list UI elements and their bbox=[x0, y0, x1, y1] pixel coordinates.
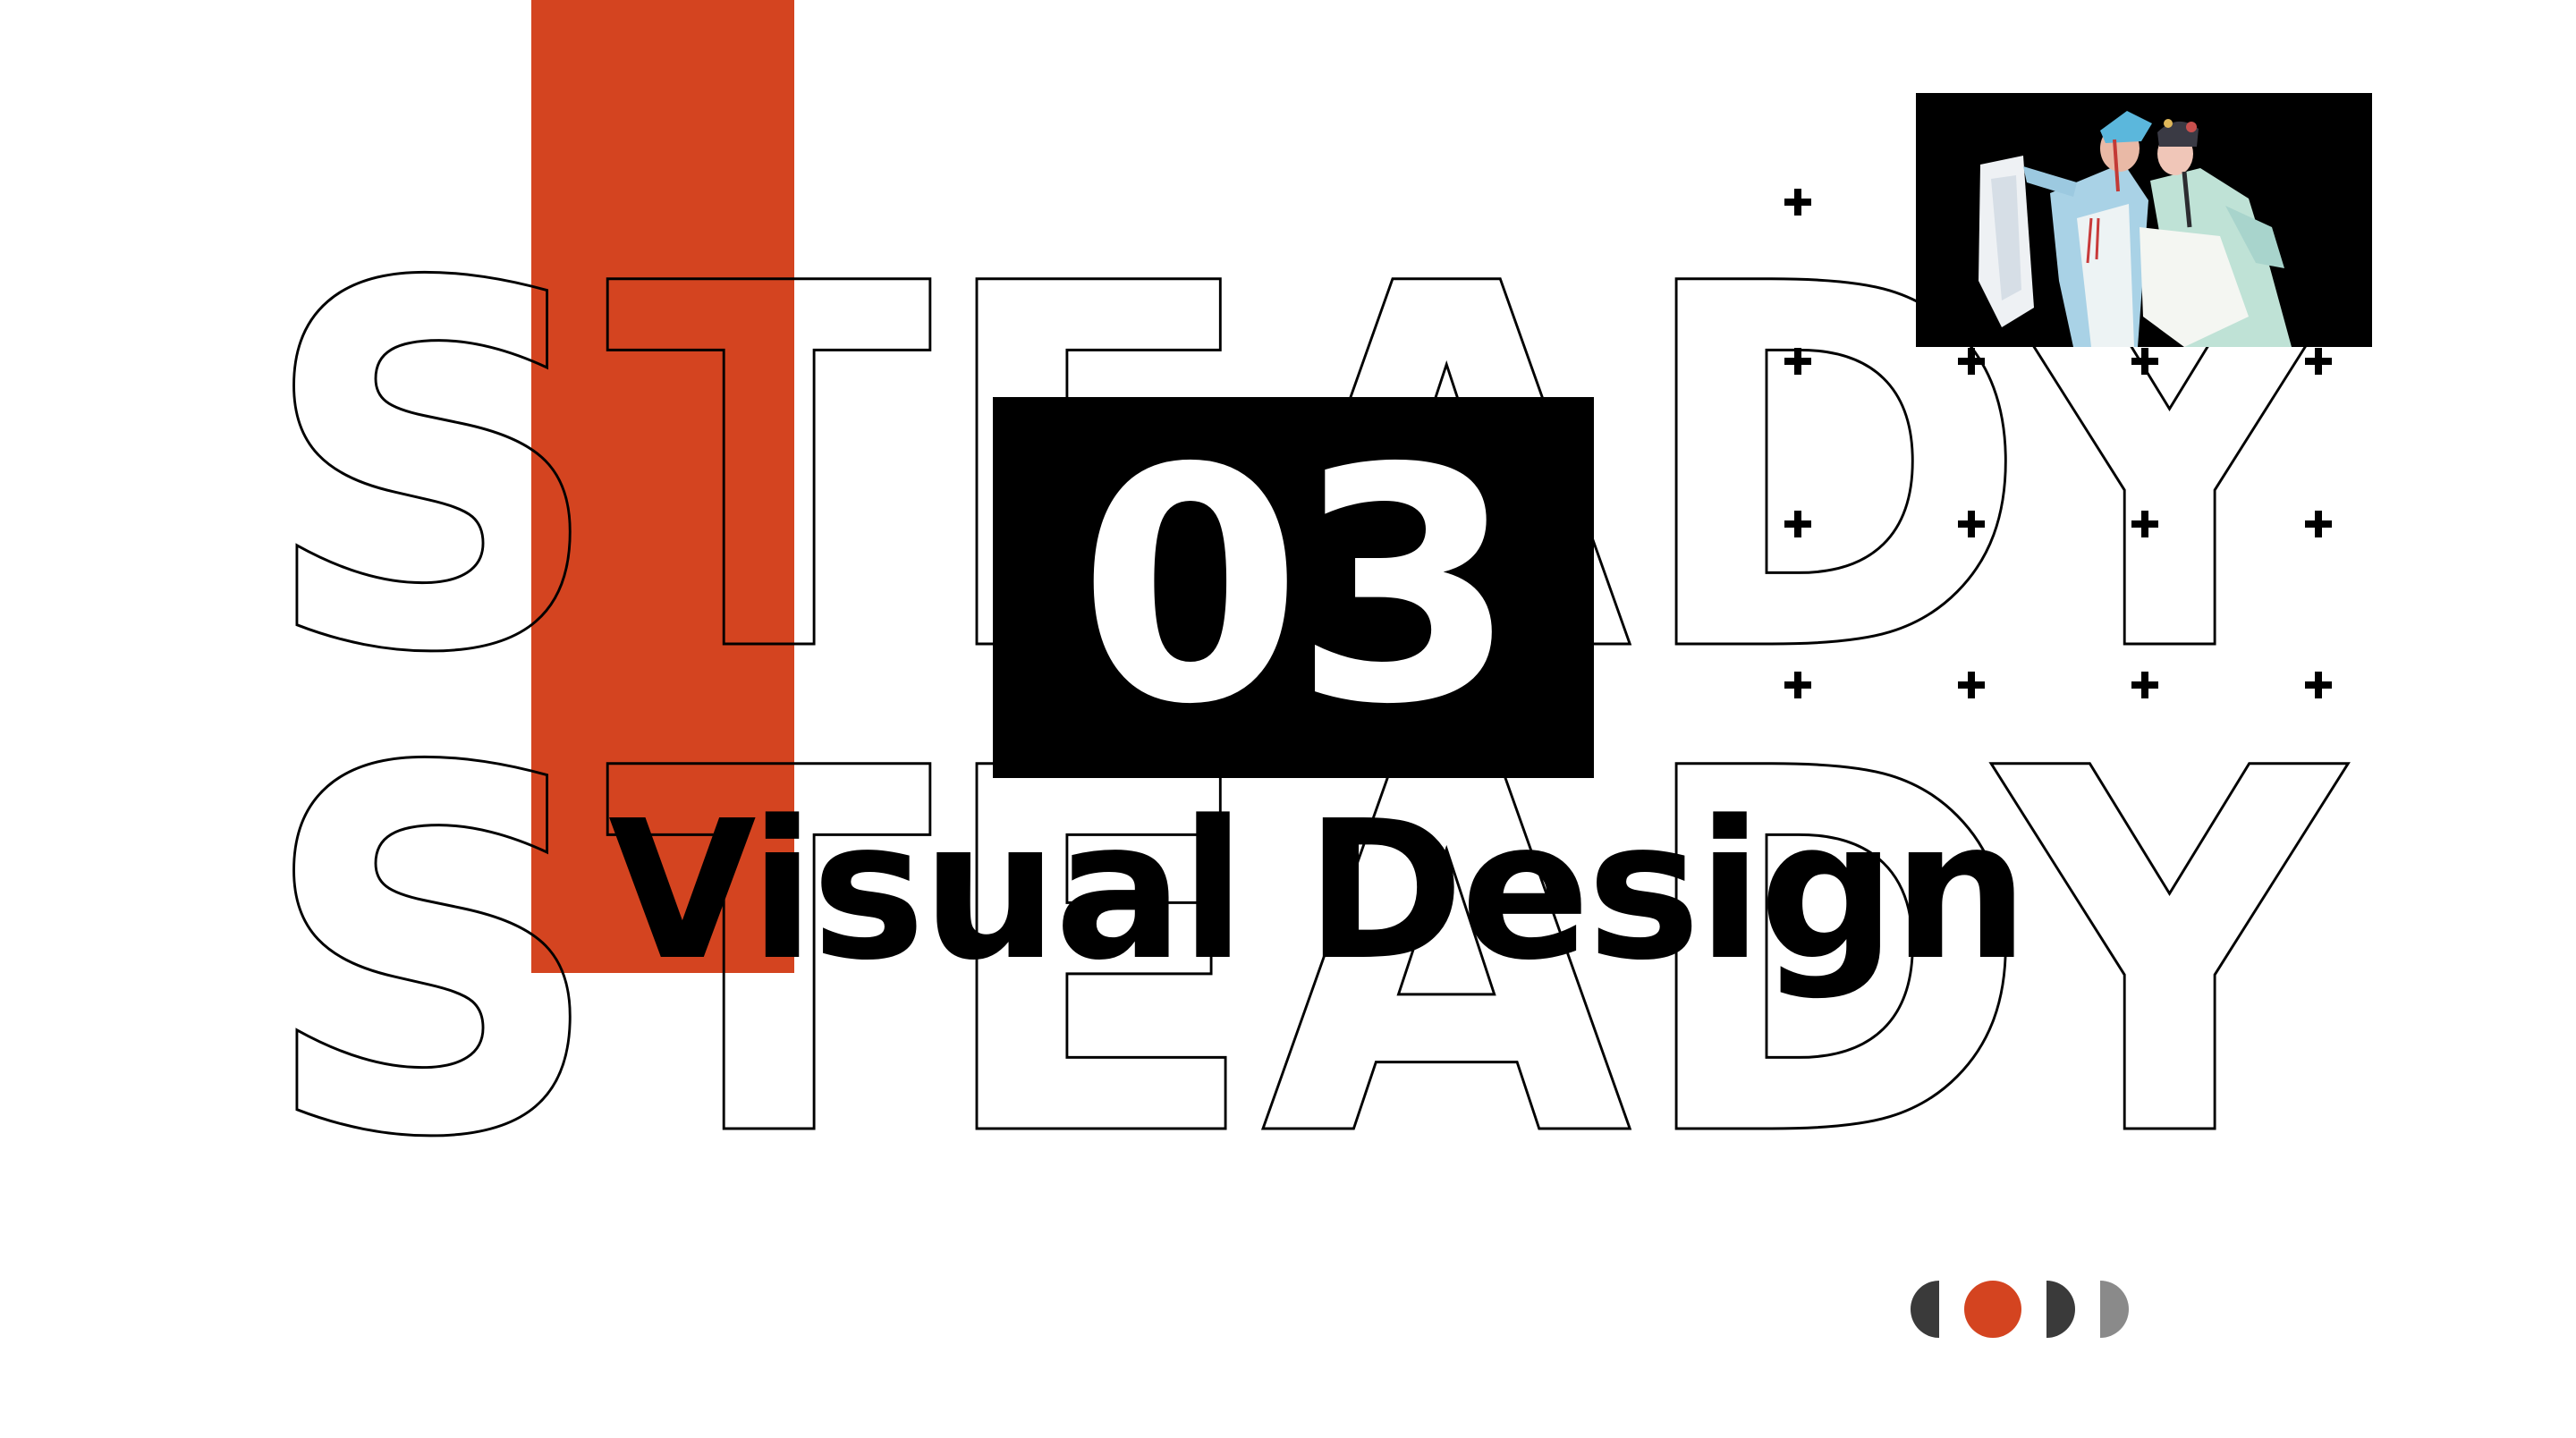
plus-icon bbox=[2131, 348, 2158, 375]
plus-icon bbox=[1958, 511, 1985, 537]
opera-performers-photo bbox=[1916, 93, 2372, 347]
slide: STEADY STEADY bbox=[0, 0, 2576, 1438]
plus-icon bbox=[2131, 672, 2158, 698]
plus-icon bbox=[1958, 348, 1985, 375]
plus-icon bbox=[2305, 348, 2332, 375]
section-title: Visual Design bbox=[608, 780, 2029, 1002]
plus-icon bbox=[1784, 348, 1811, 375]
opera-performers-icon bbox=[1916, 93, 2372, 347]
plus-icon bbox=[1784, 511, 1811, 537]
plus-icon bbox=[2305, 511, 2332, 537]
plus-icon bbox=[1958, 672, 1985, 698]
section-number: 03 bbox=[1078, 400, 1518, 774]
section-number-box: 03 bbox=[993, 397, 1594, 778]
plus-icon bbox=[2305, 672, 2332, 698]
slide-pager bbox=[1911, 1281, 2134, 1338]
pager-dot-last[interactable] bbox=[2100, 1281, 2129, 1338]
plus-icon bbox=[1784, 672, 1811, 698]
plus-icon bbox=[2131, 511, 2158, 537]
pager-dot-current[interactable] bbox=[1964, 1281, 2021, 1338]
pager-dot-next[interactable] bbox=[2046, 1281, 2075, 1338]
pager-dot-prev[interactable] bbox=[1911, 1281, 1939, 1338]
plus-icon bbox=[1784, 189, 1811, 216]
